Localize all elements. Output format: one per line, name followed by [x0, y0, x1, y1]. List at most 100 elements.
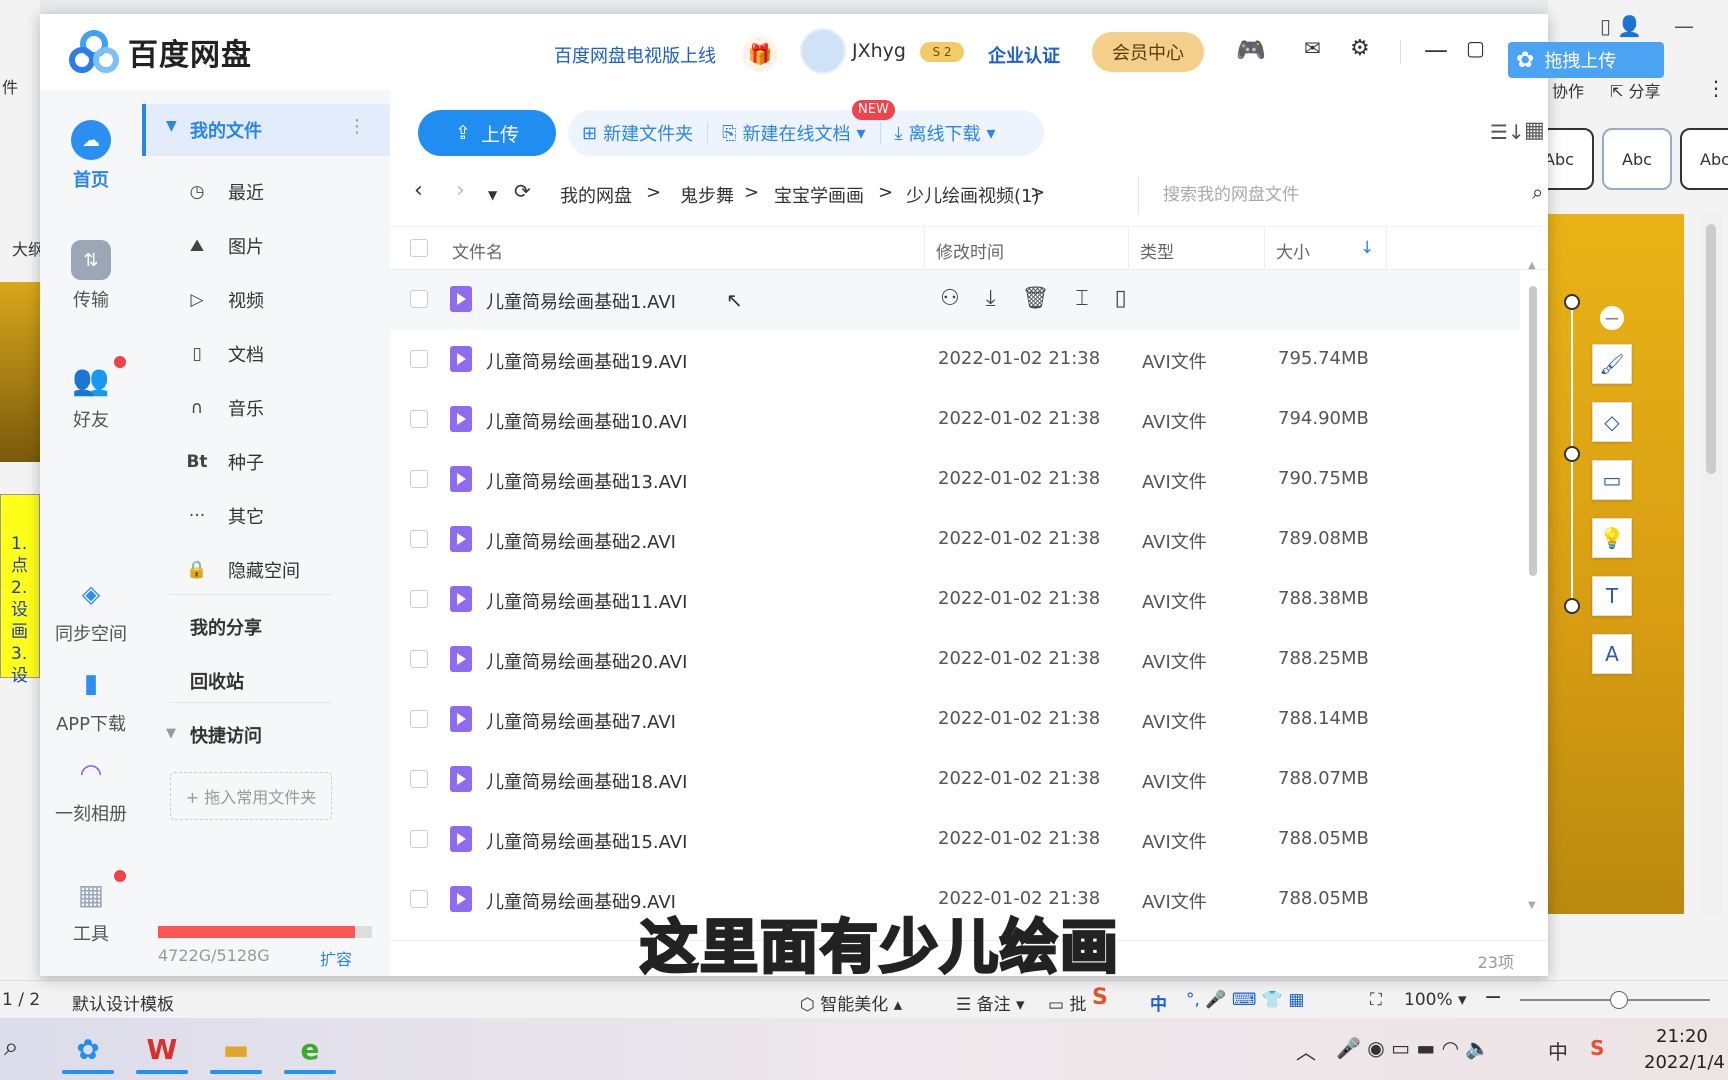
nav-images[interactable]: ⛰ 图片: [142, 226, 390, 266]
sort-desc-icon[interactable]: ↓: [1360, 238, 1374, 258]
wps-taskbar-icon[interactable]: W: [130, 1024, 194, 1074]
fill-icon[interactable]: ◇: [1592, 402, 1632, 442]
file-row[interactable]: 儿童简易绘画基础13.AVI 2022-01-02 21:38 AVI文件 790.7…: [390, 450, 1520, 510]
tray-chevron-icon[interactable]: ︿: [1296, 1036, 1316, 1065]
style-sample-3[interactable]: Abc: [1680, 128, 1728, 190]
rail-home[interactable]: ☁ 首页: [40, 120, 142, 192]
search-input[interactable]: 搜索我的网盘文件: [1138, 176, 1438, 214]
file-name[interactable]: 儿童简易绘画基础19.AVI: [486, 348, 687, 374]
zoom-out-button[interactable]: −: [1484, 985, 1502, 1010]
minimize-button[interactable]: —: [1424, 36, 1448, 64]
settings-icon[interactable]: ⚙: [1350, 36, 1370, 61]
history-dropdown-icon[interactable]: ▼: [488, 188, 497, 202]
file-row[interactable]: 儿童简易绘画基础18.AVI 2022-01-02 21:38 AVI文件 788.0…: [390, 750, 1520, 810]
svip-badge-icon[interactable]: S 2: [920, 42, 964, 62]
style-sample-2[interactable]: Abc: [1602, 128, 1672, 190]
column-divider[interactable]: [1128, 227, 1129, 271]
row-checkbox[interactable]: [410, 530, 428, 548]
more-actions-icon[interactable]: ▯: [1115, 286, 1127, 311]
resize-handle[interactable]: [1564, 446, 1580, 462]
row-checkbox[interactable]: [410, 350, 428, 368]
search-icon[interactable]: ⌕: [4, 1032, 19, 1063]
zoom-slider-knob[interactable]: [1610, 991, 1628, 1009]
breadcrumb-item[interactable]: 宝宝学画画: [774, 182, 864, 208]
ime-mode[interactable]: 中: [1150, 990, 1167, 1015]
rail-friends[interactable]: 👥 好友: [40, 356, 142, 432]
search-icon[interactable]: ⌕: [1532, 180, 1543, 204]
frame-icon[interactable]: ▭: [1592, 460, 1632, 500]
column-divider[interactable]: [1386, 227, 1387, 271]
beautify-button[interactable]: ⬡ 智能美化 ▴: [800, 990, 902, 1015]
file-row[interactable]: 儿童简易绘画基础1.AVI ⚇ ⤓ 🗑 ⌶ ▯ ↖: [390, 270, 1520, 330]
nav-my-files[interactable]: ▼ 我的文件 ⋮: [142, 104, 390, 156]
folder-taskbar-icon[interactable]: ▬: [204, 1024, 268, 1074]
row-checkbox[interactable]: [410, 470, 428, 488]
browser-taskbar-icon[interactable]: e: [278, 1024, 342, 1074]
clock-date[interactable]: 2022/1/4: [1644, 1052, 1725, 1073]
text-style-icon[interactable]: A: [1592, 634, 1632, 674]
bg-slide-thumb-text[interactable]: 1.点 2.设 画 3.设: [0, 494, 40, 686]
bg-slide-thumb[interactable]: [0, 282, 40, 462]
nav-videos[interactable]: ▷ 视频: [142, 280, 390, 320]
col-type[interactable]: 类型: [1140, 238, 1174, 263]
share-button[interactable]: ⇱ 分享: [1610, 78, 1661, 102]
offline-download-button[interactable]: ⤓ 离线下载 ▾: [881, 120, 1010, 146]
upload-button[interactable]: ⇪ 上传: [418, 110, 556, 156]
nav-recent[interactable]: ◷ 最近: [142, 172, 390, 212]
delete-icon[interactable]: 🗑: [1021, 286, 1049, 311]
row-checkbox[interactable]: [410, 590, 428, 608]
column-divider[interactable]: [1264, 227, 1265, 271]
tv-version-link[interactable]: 百度网盘电视版上线: [554, 42, 716, 68]
rail-album[interactable]: ◠ 一刻相册: [40, 754, 142, 826]
row-checkbox[interactable]: [410, 410, 428, 428]
file-name[interactable]: 儿童简易绘画基础1.AVI: [486, 288, 676, 314]
username[interactable]: JXhyg: [852, 40, 906, 62]
file-name[interactable]: 儿童简易绘画基础20.AVI: [486, 648, 687, 674]
nav-music[interactable]: ∩ 音乐: [142, 388, 390, 428]
share-icon[interactable]: ⚇: [940, 286, 960, 311]
clock-time[interactable]: 21:20: [1656, 1026, 1708, 1047]
row-checkbox[interactable]: [410, 770, 428, 788]
nav-documents[interactable]: ▯ 文档: [142, 334, 390, 374]
baidu-netdisk-taskbar-icon[interactable]: ✿: [56, 1024, 120, 1074]
scroll-thumb[interactable]: [1706, 224, 1716, 474]
fit-icon[interactable]: ⛶: [1370, 990, 1382, 1010]
new-folder-button[interactable]: ⊞ 新建文件夹: [568, 120, 707, 146]
avatar[interactable]: [800, 28, 846, 74]
file-name[interactable]: 儿童简易绘画基础7.AVI: [486, 708, 676, 734]
nav-recycle-bin[interactable]: 回收站: [190, 668, 244, 694]
file-name[interactable]: 儿童简易绘画基础15.AVI: [486, 828, 687, 854]
quick-access-drop-zone[interactable]: + 拖入常用文件夹: [170, 772, 332, 820]
download-icon[interactable]: ⤓: [986, 286, 996, 311]
file-name[interactable]: 儿童简易绘画基础2.AVI: [486, 528, 676, 554]
more-options-icon[interactable]: ⋮: [348, 116, 366, 137]
collab-button[interactable]: 协作: [1552, 78, 1584, 102]
game-icon[interactable]: 🎮: [1236, 36, 1266, 64]
file-name[interactable]: 儿童简易绘画基础13.AVI: [486, 468, 687, 494]
row-checkbox[interactable]: [410, 710, 428, 728]
row-checkbox[interactable]: [410, 830, 428, 848]
batch-button[interactable]: ▭ 批: [1048, 990, 1086, 1015]
grid-view-icon[interactable]: ▦: [1524, 118, 1545, 143]
file-row[interactable]: 儿童简易绘画基础2.AVI 2022-01-02 21:38 AVI文件 789.08…: [390, 510, 1520, 570]
nav-torrents[interactable]: Bt 种子: [142, 442, 390, 482]
mail-icon[interactable]: ✉: [1304, 36, 1321, 60]
scroll-thumb[interactable]: [1529, 286, 1537, 576]
rail-tools[interactable]: ▦ 工具: [40, 870, 142, 946]
maximize-button[interactable]: ▢: [1466, 36, 1485, 60]
nav-hidden-space[interactable]: 🔒 隐藏空间: [142, 550, 390, 590]
file-name[interactable]: 儿童简易绘画基础18.AVI: [486, 768, 687, 794]
rename-icon[interactable]: ⌶: [1075, 286, 1088, 311]
col-modified[interactable]: 修改时间: [936, 238, 1004, 263]
row-checkbox[interactable]: [410, 290, 428, 308]
idea-icon[interactable]: 💡: [1592, 518, 1632, 558]
file-row[interactable]: 儿童简易绘画基础20.AVI 2022-01-02 21:38 AVI文件 788.2…: [390, 630, 1520, 690]
collapse-icon[interactable]: −: [1600, 306, 1624, 330]
file-row[interactable]: 儿童简易绘画基础11.AVI 2022-01-02 21:38 AVI文件 788.3…: [390, 570, 1520, 630]
gift-icon[interactable]: 🎁: [742, 36, 778, 72]
nav-other[interactable]: ··· 其它: [142, 496, 390, 536]
vip-center-button[interactable]: 会员中心: [1092, 32, 1204, 72]
back-icon[interactable]: ‹: [414, 178, 423, 203]
caret-down-icon[interactable]: ▼: [166, 118, 177, 134]
scroll-up-icon[interactable]: ▲: [1528, 260, 1536, 271]
